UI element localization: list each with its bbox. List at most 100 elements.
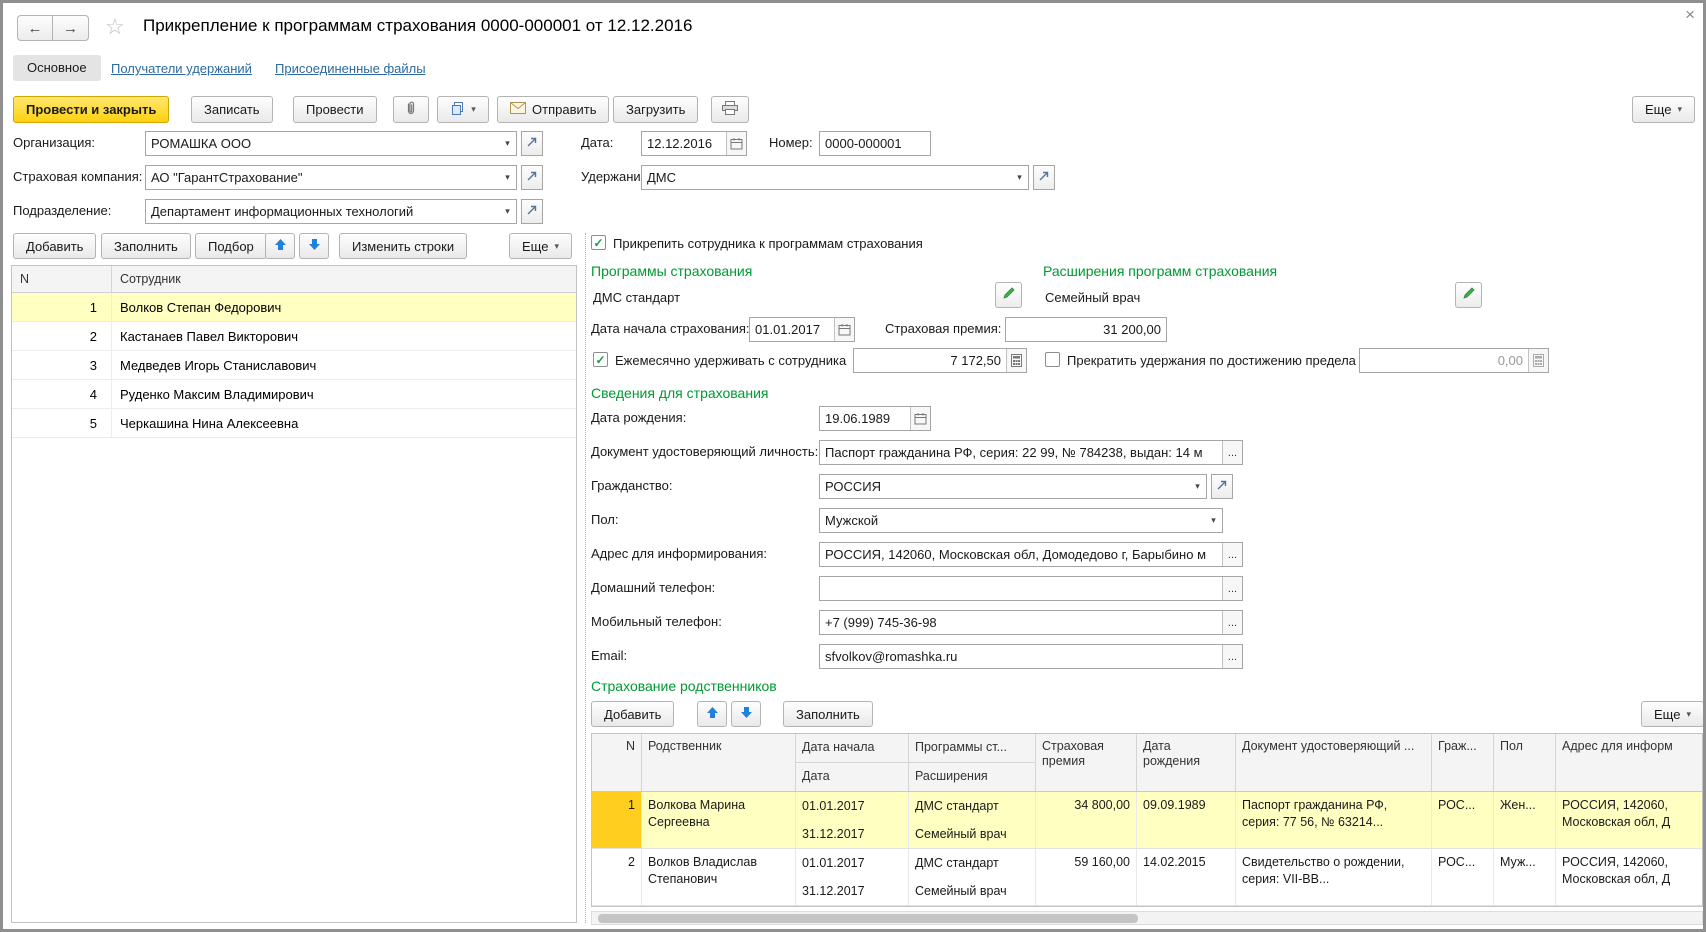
employees-col-n[interactable]: N: [12, 266, 112, 292]
employees-col-name[interactable]: Сотрудник: [112, 266, 576, 292]
deduction-open-button[interactable]: [1033, 165, 1055, 190]
relatives-fill-button[interactable]: Заполнить: [783, 701, 873, 727]
insurance-company-open-button[interactable]: [521, 165, 543, 190]
relatives-col-birth[interactable]: Дата рождения: [1137, 734, 1236, 791]
send-button[interactable]: Отправить: [497, 96, 609, 123]
organization-input[interactable]: [146, 132, 499, 155]
home-phone-input[interactable]: [820, 577, 1222, 600]
relatives-move-up-button[interactable]: [697, 701, 727, 727]
chevron-down-icon[interactable]: ▾: [499, 132, 516, 155]
employees-edit-rows-button[interactable]: Изменить строки: [339, 233, 467, 259]
chevron-down-icon[interactable]: ▾: [1011, 166, 1028, 189]
birth-date-input[interactable]: [820, 407, 910, 430]
back-button[interactable]: ←: [17, 15, 53, 41]
calendar-icon[interactable]: [910, 407, 930, 430]
identity-doc-input[interactable]: [820, 441, 1222, 464]
relatives-col-programs[interactable]: Программы ст... Расширения: [909, 734, 1036, 791]
chevron-down-icon[interactable]: ▾: [1189, 475, 1206, 498]
relatives-col-relative[interactable]: Родственник: [642, 734, 796, 791]
calendar-icon[interactable]: [834, 318, 854, 341]
number-input[interactable]: [820, 132, 930, 155]
relatives-col-premium[interactable]: Страховая премия: [1036, 734, 1137, 791]
chevron-down-icon[interactable]: ▾: [1205, 509, 1222, 532]
employees-more-button[interactable]: Еще ▾: [509, 233, 572, 259]
employee-row[interactable]: 1 Волков Степан Федорович: [12, 293, 576, 322]
insurance-company-input[interactable]: [146, 166, 499, 189]
horizontal-scrollbar[interactable]: [591, 911, 1703, 925]
citizenship-open-button[interactable]: [1211, 474, 1233, 499]
relatives-col-document[interactable]: Документ удостоверяющий ...: [1236, 734, 1432, 791]
start-date-input[interactable]: [750, 318, 834, 341]
scrollbar-thumb[interactable]: [598, 914, 1138, 923]
calendar-icon[interactable]: [726, 132, 746, 155]
panel-splitter[interactable]: [585, 233, 586, 923]
relatives-col-citizenship[interactable]: Граж...: [1432, 734, 1494, 791]
chevron-down-icon[interactable]: ▾: [499, 166, 516, 189]
monthly-amount-input[interactable]: [854, 349, 1006, 372]
employees-pick-button[interactable]: Подбор: [195, 233, 267, 259]
relatives-col-n[interactable]: N: [592, 734, 642, 791]
print-button[interactable]: [711, 96, 749, 123]
stop-deduct-checkbox[interactable]: [1045, 352, 1060, 367]
address-input[interactable]: [820, 543, 1222, 566]
attach-checkbox[interactable]: ✓: [591, 235, 606, 250]
employee-row[interactable]: 2 Кастанаев Павел Викторович: [12, 322, 576, 351]
relatives-more-button[interactable]: Еще ▾: [1641, 701, 1704, 727]
relative-date-start: 01.01.2017: [796, 792, 908, 820]
relatives-col-gender[interactable]: Пол: [1494, 734, 1556, 791]
write-button[interactable]: Записать: [191, 96, 273, 123]
link-deduction-recipients[interactable]: Получатели удержаний: [111, 61, 252, 76]
ellipsis-icon[interactable]: ...: [1222, 577, 1242, 600]
organization-open-button[interactable]: [521, 131, 543, 156]
mobile-phone-input[interactable]: [820, 611, 1222, 634]
department-input[interactable]: [146, 200, 499, 223]
calculator-icon[interactable]: [1528, 349, 1548, 372]
ellipsis-icon[interactable]: ...: [1222, 645, 1242, 668]
relative-row[interactable]: 1 Волкова Марина Сергеевна 01.01.2017 31…: [592, 792, 1703, 849]
relatives-col-start-date[interactable]: Дата начала Дата: [796, 734, 909, 791]
post-and-close-button[interactable]: Провести и закрыть: [13, 96, 169, 123]
monthly-deduct-checkbox[interactable]: ✓: [593, 352, 608, 367]
link-attached-files[interactable]: Присоединенные файлы: [275, 61, 426, 76]
employee-row[interactable]: 4 Руденко Максим Владимирович: [12, 380, 576, 409]
document-window: ← → ☆ Прикрепление к программам страхова…: [0, 0, 1706, 932]
employees-move-down-button[interactable]: [299, 233, 329, 259]
employees-move-up-button[interactable]: [265, 233, 295, 259]
chevron-down-icon[interactable]: ▾: [499, 200, 516, 223]
copy-template-button[interactable]: ▾: [437, 96, 489, 123]
employee-row[interactable]: 3 Медведев Игорь Станиславович: [12, 351, 576, 380]
department-open-button[interactable]: [521, 199, 543, 224]
attach-file-button[interactable]: [393, 96, 429, 123]
tab-main[interactable]: Основное: [13, 55, 101, 81]
load-button[interactable]: Загрузить: [613, 96, 698, 123]
calculator-icon[interactable]: [1006, 349, 1026, 372]
employee-row-name: Кастанаев Павел Викторович: [112, 322, 576, 350]
gender-input[interactable]: [820, 509, 1205, 532]
forward-button[interactable]: →: [53, 15, 89, 41]
email-input[interactable]: [820, 645, 1222, 668]
relatives-move-down-button[interactable]: [731, 701, 761, 727]
favorite-star-icon[interactable]: ☆: [105, 14, 125, 40]
employees-fill-button[interactable]: Заполнить: [101, 233, 191, 259]
date-input[interactable]: [642, 132, 726, 155]
post-button[interactable]: Провести: [293, 96, 377, 123]
col-programs-sub: Расширения: [909, 762, 1035, 791]
stop-limit-input[interactable]: [1360, 349, 1528, 372]
ellipsis-icon[interactable]: ...: [1222, 441, 1242, 464]
email-field: ...: [819, 644, 1243, 669]
ellipsis-icon[interactable]: ...: [1222, 611, 1242, 634]
citizenship-input[interactable]: [820, 475, 1189, 498]
premium-input[interactable]: [1006, 318, 1166, 341]
relatives-add-button[interactable]: Добавить: [591, 701, 674, 727]
employees-add-button[interactable]: Добавить: [13, 233, 96, 259]
relatives-col-address[interactable]: Адрес для информ: [1556, 734, 1703, 791]
ellipsis-icon[interactable]: ...: [1222, 543, 1242, 566]
relative-row[interactable]: 2 Волков Владислав Степанович 01.01.2017…: [592, 849, 1703, 906]
programs-edit-button[interactable]: [995, 282, 1022, 308]
forward-icon: →: [63, 20, 78, 37]
close-icon[interactable]: ×: [1685, 5, 1695, 25]
extensions-edit-button[interactable]: [1455, 282, 1482, 308]
more-button-top[interactable]: Еще ▾: [1632, 96, 1695, 123]
deduction-input[interactable]: [642, 166, 1011, 189]
employee-row[interactable]: 5 Черкашина Нина Алексеевна: [12, 409, 576, 438]
